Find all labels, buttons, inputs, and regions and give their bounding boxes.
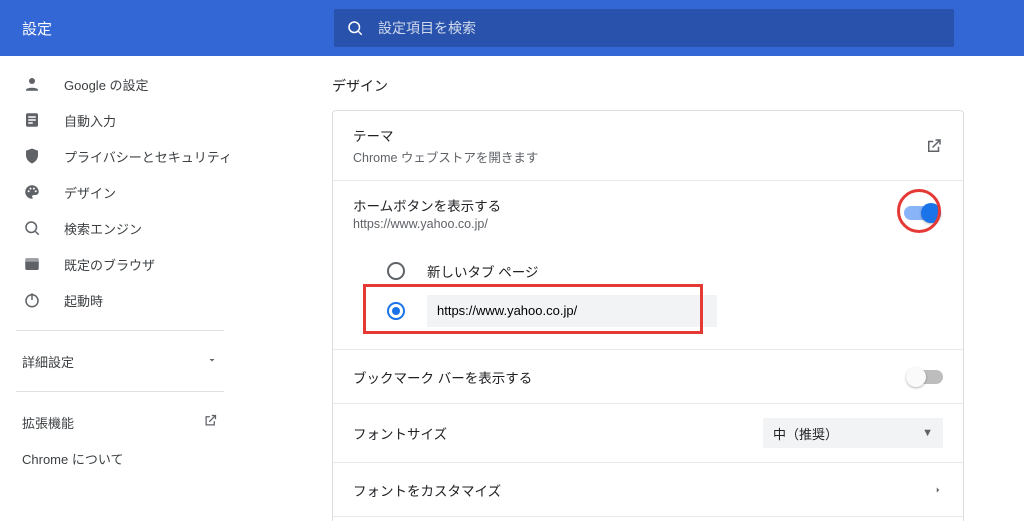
sidebar-extensions-label: 拡張機能: [22, 413, 74, 432]
sidebar: Google の設定 自動入力 プライバシーとセキュリティ デザイン 検索エンジ: [0, 56, 240, 521]
sidebar-advanced-label: 詳細設定: [22, 352, 74, 371]
sidebar-item-search-engine[interactable]: 検索エンジン: [0, 210, 240, 246]
sidebar-about-chrome[interactable]: Chrome について: [0, 440, 240, 476]
row-theme-title: テーマ: [353, 125, 538, 145]
search-icon: [346, 19, 364, 37]
custom-url-input[interactable]: [427, 295, 717, 327]
sidebar-divider: [16, 330, 224, 331]
home-button-toggle[interactable]: [904, 206, 938, 220]
search-bar[interactable]: [334, 9, 954, 47]
caret-down-icon: ▼: [922, 427, 933, 439]
radio-custom-url[interactable]: [387, 302, 405, 320]
radio-new-tab-label: 新しいタブ ページ: [427, 261, 538, 281]
bookmark-bar-toggle[interactable]: [909, 370, 943, 384]
font-size-value: 中（推奨）: [773, 424, 838, 443]
shield-icon: [22, 147, 42, 165]
row-font-size-title: フォントサイズ: [353, 423, 447, 443]
sidebar-item-default-browser[interactable]: 既定のブラウザ: [0, 246, 240, 282]
sidebar-item-google[interactable]: Google の設定: [0, 66, 240, 102]
person-icon: [22, 75, 42, 93]
chevron-right-icon: [933, 485, 943, 495]
open-in-new-icon: [203, 413, 218, 431]
appearance-card: テーマ Chrome ウェブストアを開きます ホームボタンを表示する https…: [332, 110, 964, 521]
row-bookmark-bar-title: ブックマーク バーを表示する: [353, 367, 532, 387]
row-bookmark-bar: ブックマーク バーを表示する: [333, 350, 963, 404]
open-in-new-icon[interactable]: [925, 137, 943, 155]
row-home-button: ホームボタンを表示する https://www.yahoo.co.jp/: [333, 181, 963, 245]
app-title: 設定: [0, 18, 334, 39]
row-theme[interactable]: テーマ Chrome ウェブストアを開きます: [333, 111, 963, 181]
chevron-down-icon: [206, 354, 218, 369]
sidebar-item-label: 自動入力: [64, 111, 116, 130]
row-font-size: フォントサイズ 中（推奨） ▼: [333, 404, 963, 463]
radio-new-tab-row[interactable]: 新しいタブ ページ: [387, 251, 943, 291]
home-button-radio-group: 新しいタブ ページ: [333, 245, 963, 350]
row-customize-fonts[interactable]: フォントをカスタマイズ: [333, 463, 963, 517]
palette-icon: [22, 183, 42, 201]
app-header: 設定: [0, 0, 1024, 56]
sidebar-about-label: Chrome について: [22, 449, 123, 468]
sidebar-item-label: 検索エンジン: [64, 219, 142, 238]
main-content: デザイン テーマ Chrome ウェブストアを開きます ホームボタンを表示する …: [240, 56, 1024, 521]
sidebar-item-label: 起動時: [64, 291, 103, 310]
search-icon: [22, 219, 42, 237]
sidebar-item-autofill[interactable]: 自動入力: [0, 102, 240, 138]
sidebar-divider: [16, 391, 224, 392]
row-home-button-subtitle: https://www.yahoo.co.jp/: [353, 217, 501, 231]
sidebar-item-appearance[interactable]: デザイン: [0, 174, 240, 210]
font-size-select[interactable]: 中（推奨） ▼: [763, 418, 943, 448]
section-title: デザイン: [332, 76, 964, 96]
row-customize-fonts-title: フォントをカスタマイズ: [353, 480, 501, 500]
radio-custom-url-row[interactable]: [387, 291, 943, 331]
sidebar-advanced[interactable]: 詳細設定: [0, 343, 240, 379]
row-theme-subtitle: Chrome ウェブストアを開きます: [353, 147, 538, 166]
browser-icon: [22, 255, 42, 273]
sidebar-item-label: プライバシーとセキュリティ: [64, 147, 232, 166]
sidebar-item-on-startup[interactable]: 起動時: [0, 282, 240, 318]
power-icon: [22, 291, 42, 309]
radio-new-tab[interactable]: [387, 262, 405, 280]
search-input[interactable]: [378, 20, 942, 36]
sidebar-item-label: Google の設定: [64, 75, 149, 94]
sidebar-extensions[interactable]: 拡張機能: [0, 404, 240, 440]
sidebar-item-label: 既定のブラウザ: [64, 255, 155, 274]
form-icon: [22, 111, 42, 129]
sidebar-item-privacy[interactable]: プライバシーとセキュリティ: [0, 138, 240, 174]
row-home-button-title: ホームボタンを表示する: [353, 195, 501, 215]
sidebar-item-label: デザイン: [64, 183, 116, 202]
row-page-zoom: ページのズーム 100% ▼: [333, 517, 963, 521]
